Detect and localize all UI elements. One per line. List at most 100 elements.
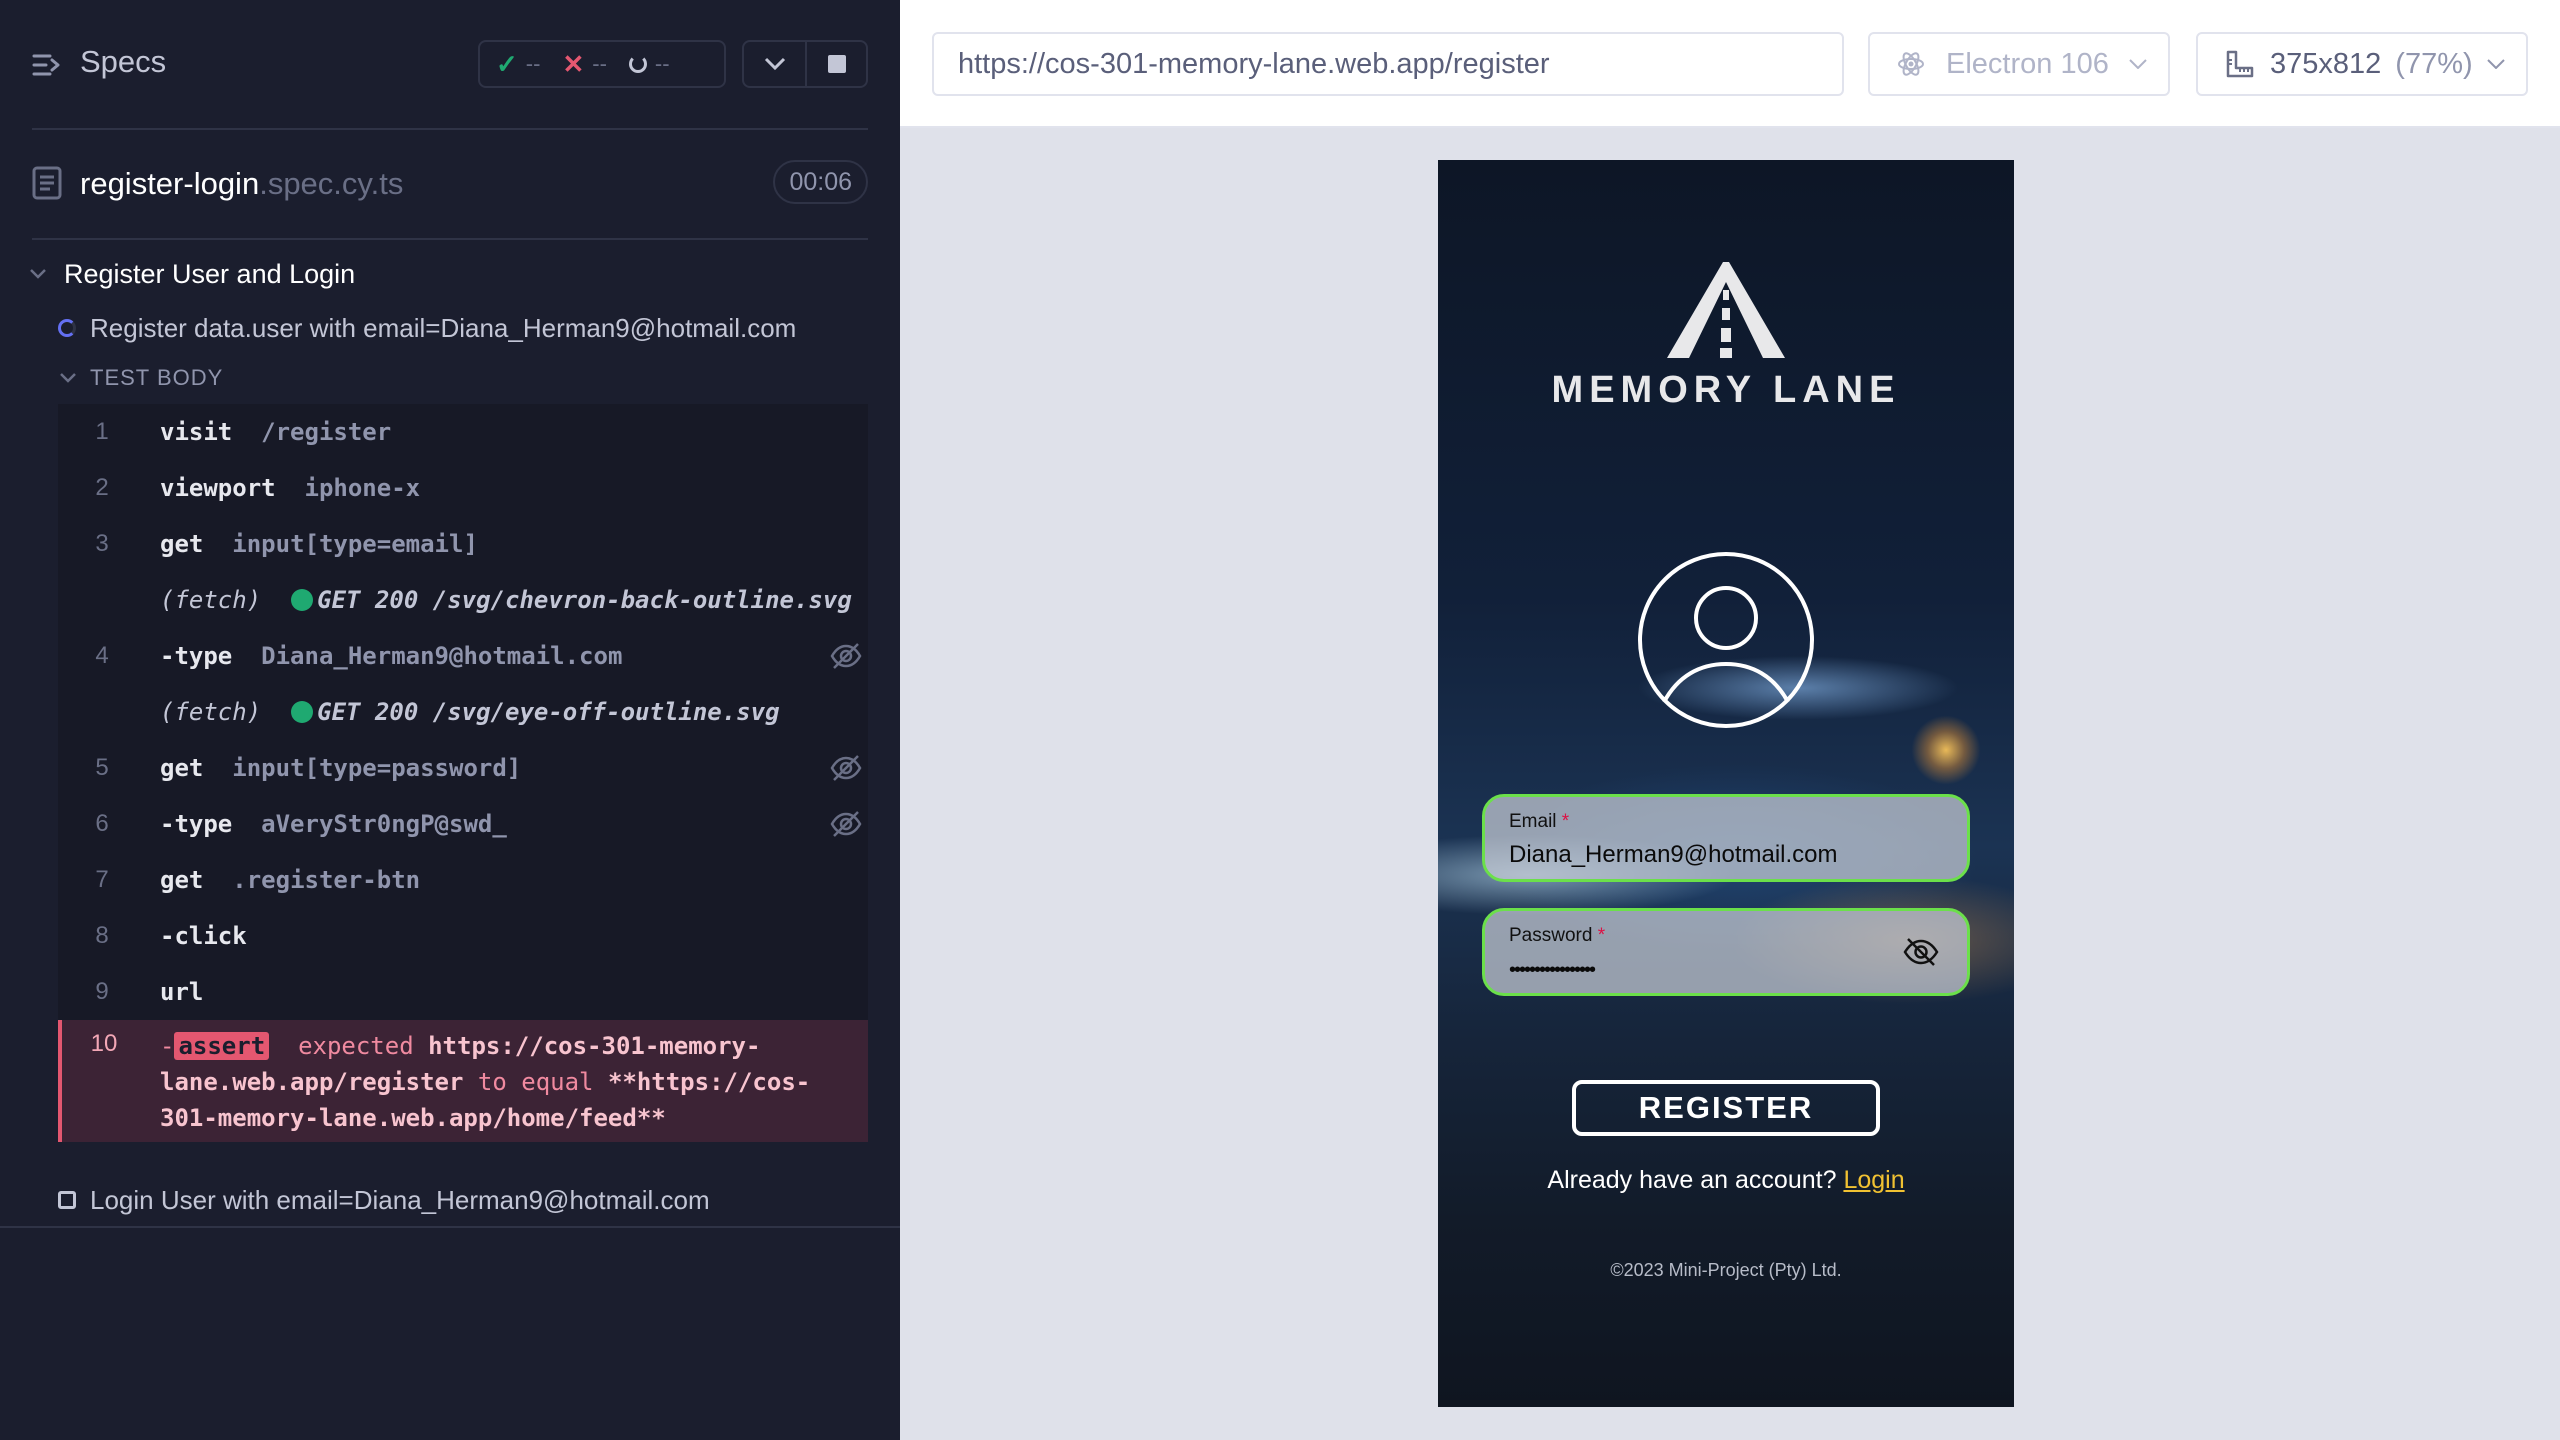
command-row[interactable]: 6 -type aVeryStr0ngP@swd_ bbox=[58, 796, 868, 852]
divider bbox=[32, 128, 868, 130]
email-input[interactable]: Diana_Herman9@hotmail.com bbox=[1509, 841, 1838, 869]
command-row[interactable]: 1 visit /register bbox=[58, 404, 868, 460]
command-row[interactable]: 4 -type Diana_Herman9@hotmail.com bbox=[58, 628, 868, 684]
passed-stat: ✓ -- bbox=[496, 49, 540, 80]
viewport-selector[interactable]: 375x812 (77%) bbox=[2196, 32, 2528, 96]
stop-button[interactable] bbox=[805, 42, 866, 86]
test-title: Register data.user with email=Diana_Herm… bbox=[90, 312, 797, 343]
browser-selector[interactable]: Electron 106 bbox=[1868, 32, 2170, 96]
command-row[interactable]: 9 url bbox=[58, 964, 868, 1020]
command-message: .register-btn bbox=[232, 866, 421, 894]
electron-icon bbox=[1898, 52, 1924, 76]
command-name: -type Diana_Herman9@hotmail.com bbox=[160, 642, 623, 670]
specs-title[interactable]: Specs bbox=[80, 44, 166, 80]
command-name: get input[type=password] bbox=[160, 754, 522, 782]
section-label: TEST BODY bbox=[90, 365, 224, 390]
command-message: GET 200 /svg/eye-off-outline.svg bbox=[317, 698, 780, 726]
test-title: Login User with email=Diana_Herman9@hotm… bbox=[90, 1184, 710, 1215]
ruler-icon bbox=[2226, 50, 2254, 78]
command-number: 5 bbox=[95, 754, 109, 781]
failed-stat: ✕ -- bbox=[562, 49, 606, 80]
brand-name: MEMORY LANE bbox=[1551, 369, 1901, 411]
command-number: 1 bbox=[95, 418, 109, 445]
divider bbox=[0, 1226, 900, 1228]
chevron-down-icon bbox=[60, 373, 76, 383]
email-field[interactable]: Email * Diana_Herman9@hotmail.com bbox=[1482, 794, 1970, 882]
email-label: Email * bbox=[1509, 811, 1570, 832]
failed-count: -- bbox=[592, 51, 607, 76]
login-link[interactable]: Login bbox=[1843, 1166, 1904, 1194]
command-number: 4 bbox=[95, 642, 109, 669]
spinner-icon bbox=[628, 55, 647, 73]
eye-off-icon[interactable] bbox=[830, 642, 862, 670]
command-number: 3 bbox=[95, 530, 109, 557]
copyright: ©2023 Mini-Project (Pty) Ltd. bbox=[1610, 1260, 1842, 1280]
running-icon bbox=[58, 319, 76, 337]
spec-file-header: register-login.spec.cy.ts 00:06 bbox=[32, 158, 868, 208]
command-row[interactable]: 2 viewport iphone-x bbox=[58, 460, 868, 516]
test-body-header[interactable]: TEST BODY bbox=[60, 362, 223, 394]
command-message: GET 200 /svg/chevron-back-outline.svg bbox=[317, 586, 852, 614]
assert-badge: assert bbox=[174, 1032, 270, 1060]
browser-name: Electron 106 bbox=[1946, 47, 2109, 80]
document-icon bbox=[32, 166, 62, 200]
login-prompt: Already have an account? Login bbox=[1547, 1166, 1905, 1194]
command-message: input[type=email] bbox=[232, 530, 478, 558]
suite-title[interactable]: Register User and Login bbox=[30, 252, 355, 296]
command-name: -click bbox=[160, 922, 247, 950]
chevron-down-icon bbox=[764, 57, 785, 71]
command-message: input[type=password] bbox=[232, 754, 522, 782]
specs-header: Specs ✓ -- ✕ -- -- bbox=[0, 0, 900, 128]
failed-assert-row[interactable]: 10 - assert expected https://cos-301-memo… bbox=[58, 1020, 868, 1142]
spec-file-name[interactable]: register-login.spec.cy.ts bbox=[80, 166, 403, 202]
fetch-row[interactable]: (fetch) GET 200 /svg/chevron-back-outline… bbox=[58, 572, 868, 628]
password-label: Password * bbox=[1509, 925, 1606, 946]
status-dot-icon bbox=[291, 589, 314, 611]
command-row[interactable]: 3 get input[type=email] bbox=[58, 516, 868, 572]
status-dot-icon bbox=[291, 701, 314, 723]
test-register[interactable]: Register data.user with email=Diana_Herm… bbox=[58, 308, 796, 348]
chevron-down-icon bbox=[2129, 59, 2147, 69]
command-number: 2 bbox=[95, 474, 109, 501]
spec-file-basename: register-login bbox=[80, 166, 260, 201]
register-button[interactable]: REGISTER bbox=[1572, 1080, 1880, 1136]
command-number: 6 bbox=[95, 810, 109, 837]
test-stats: ✓ -- ✕ -- -- bbox=[478, 40, 726, 88]
command-name: viewport iphone-x bbox=[160, 474, 421, 502]
command-row[interactable]: 8 -click bbox=[58, 908, 868, 964]
fetch-row[interactable]: (fetch) GET 200 /svg/eye-off-outline.svg bbox=[58, 684, 868, 740]
password-input[interactable]: ••••••••••••••••• bbox=[1509, 959, 1596, 982]
eye-off-icon[interactable] bbox=[830, 810, 862, 838]
command-name: -type aVeryStr0ngP@swd_ bbox=[160, 810, 507, 838]
specs-list-icon[interactable] bbox=[32, 50, 62, 80]
chevron-down-icon bbox=[30, 269, 46, 279]
chevron-down-icon bbox=[2486, 59, 2505, 69]
command-list: 1 visit /register 2 viewport iphone-x 3 … bbox=[58, 404, 868, 1142]
stop-icon bbox=[827, 55, 846, 73]
cross-icon: ✕ bbox=[562, 48, 585, 79]
command-name: get input[type=email] bbox=[160, 530, 478, 558]
url-bar[interactable]: https://cos-301-memory-lane.web.app/regi… bbox=[932, 32, 1844, 96]
pending-test-icon bbox=[58, 1191, 76, 1209]
expand-all-button[interactable] bbox=[744, 42, 805, 86]
divider bbox=[32, 238, 868, 240]
command-name: url bbox=[160, 978, 204, 1006]
eye-off-icon[interactable] bbox=[830, 754, 862, 782]
command-row[interactable]: 7 get .register-btn bbox=[58, 852, 868, 908]
password-field[interactable]: Password * ••••••••••••••••• bbox=[1482, 908, 1970, 996]
eye-off-icon[interactable] bbox=[1903, 937, 1939, 967]
command-number: 7 bbox=[95, 866, 109, 893]
run-controls bbox=[742, 40, 868, 88]
run-duration: 00:06 bbox=[773, 160, 868, 204]
person-circle-icon bbox=[1638, 552, 1814, 728]
command-message: Diana_Herman9@hotmail.com bbox=[261, 642, 623, 670]
command-name: (fetch) GET 200 /svg/chevron-back-outline… bbox=[160, 586, 852, 614]
command-row[interactable]: 5 get input[type=password] bbox=[58, 740, 868, 796]
assert-message: - assert expected https://cos-301-memory-… bbox=[160, 1032, 811, 1132]
command-name: visit /register bbox=[160, 418, 392, 446]
check-icon: ✓ bbox=[496, 48, 518, 79]
pending-stat: -- bbox=[628, 51, 670, 77]
test-login[interactable]: Login User with email=Diana_Herman9@hotm… bbox=[58, 1180, 710, 1220]
command-name: (fetch) GET 200 /svg/eye-off-outline.svg bbox=[160, 698, 780, 726]
command-message: aVeryStr0ngP@swd_ bbox=[261, 810, 507, 838]
